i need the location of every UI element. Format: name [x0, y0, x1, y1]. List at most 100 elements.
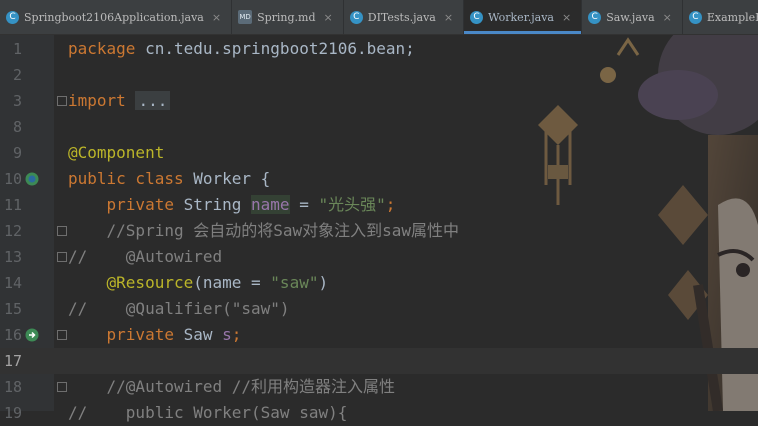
line-number: 15 [3, 300, 22, 318]
java-class-icon: C [6, 10, 19, 24]
annotation: @Component [68, 143, 165, 162]
tab-label: Worker.java [488, 10, 554, 24]
code-text: //Spring 会自动的将Saw对象注入到saw属性中 [68, 218, 460, 244]
field-name: name [251, 195, 290, 214]
code-line[interactable]: 14 @Resource(name = "saw") [0, 270, 758, 296]
line-number: 8 [12, 118, 22, 136]
code-token: String [173, 195, 252, 214]
fold-toggle-icon[interactable] [57, 96, 67, 106]
code-line[interactable]: 15 // @Qualifier("saw") [0, 296, 758, 322]
tab-label: Springboot2106Application.java [24, 10, 204, 24]
line-number: 19 [3, 404, 22, 422]
line-number: 18 [3, 378, 22, 396]
fold-toggle-icon[interactable] [57, 226, 67, 236]
tab-spring-md[interactable]: MD Spring.md × [232, 0, 344, 34]
tab-label: DITests.java [367, 10, 436, 24]
code-line[interactable]: 12 //Spring 会自动的将Saw对象注入到saw属性中 [0, 218, 758, 244]
close-icon[interactable]: × [562, 11, 571, 24]
code-text: // @Autowired [68, 244, 222, 270]
code-token: (name = [193, 273, 271, 292]
semicolon: ; [231, 325, 242, 344]
spring-bean-icon[interactable] [25, 172, 39, 186]
line-number: 16 [3, 326, 22, 344]
line-number: 1 [12, 40, 22, 58]
code-text: @Component [68, 140, 164, 166]
code-line[interactable]: 2 [0, 62, 758, 88]
comment: //@Autowired //利用构造器注入属性 [106, 377, 396, 396]
code-line[interactable]: 19 // public Worker(Saw saw){ [0, 400, 758, 426]
code-token: ) [318, 273, 329, 292]
tab-label: ExampleBean [706, 10, 758, 24]
code-token: cn.tedu.springboot2106.bean; [135, 39, 415, 58]
close-icon[interactable]: × [444, 11, 453, 24]
keyword: import [68, 91, 126, 110]
code-line[interactable]: 10 public class Worker { [0, 166, 758, 192]
code-text: package cn.tedu.springboot2106.bean; [68, 36, 415, 62]
java-class-icon: C [588, 10, 602, 24]
keyword: private [106, 195, 174, 214]
java-class-icon: C [349, 10, 363, 24]
autowired-injection-icon[interactable] [25, 328, 39, 342]
fold-toggle-icon[interactable] [57, 252, 67, 262]
code-line[interactable]: 18 //@Autowired //利用构造器注入属性 [0, 374, 758, 400]
line-number: 14 [3, 274, 22, 292]
code-line[interactable]: 11 private String name = "光头强"; [0, 192, 758, 218]
comment: // @Qualifier("saw") [68, 299, 290, 318]
code-text: import ... [68, 88, 171, 114]
keyword: private [106, 325, 174, 344]
code-text: //@Autowired //利用构造器注入属性 [68, 374, 396, 400]
line-number: 13 [3, 248, 22, 266]
annotation: @Resource [106, 273, 194, 292]
markdown-file-icon: MD [238, 10, 253, 24]
keyword: public class [68, 169, 184, 188]
line-number: 17 [3, 352, 22, 370]
fold-toggle-icon[interactable] [57, 382, 67, 392]
code-line[interactable]: 8 [0, 114, 758, 140]
java-class-icon: C [688, 10, 702, 24]
code-text: private String name = "光头强"; [68, 192, 395, 218]
tab-label: Saw.java [606, 10, 655, 24]
fold-toggle-icon[interactable] [57, 330, 67, 340]
code-text: // @Qualifier("saw") [68, 296, 290, 322]
line-number: 12 [3, 222, 22, 240]
keyword: package [68, 39, 136, 58]
code-line[interactable]: 1 package cn.tedu.springboot2106.bean; [0, 36, 758, 62]
line-number: 10 [3, 170, 22, 188]
comment: //Spring 会自动的将Saw对象注入到saw属性中 [106, 221, 460, 240]
folded-imports[interactable]: ... [135, 91, 171, 110]
code-line[interactable]: 16 private Saw s; [0, 322, 758, 348]
code-text: // public Worker(Saw saw){ [68, 400, 347, 426]
line-number: 11 [3, 196, 22, 214]
tab-label: Spring.md [257, 10, 316, 24]
tab-ditests[interactable]: C DITests.java × [344, 0, 465, 34]
semicolon: ; [385, 195, 396, 214]
comment: // public Worker(Saw saw){ [68, 403, 348, 422]
close-icon[interactable]: × [212, 11, 221, 24]
tab-saw[interactable]: C Saw.java × [582, 0, 683, 34]
close-icon[interactable]: × [324, 11, 333, 24]
line-number: 3 [12, 92, 22, 110]
line-number: 2 [12, 66, 22, 84]
comment: // @Autowired [68, 247, 223, 266]
line-number: 9 [12, 144, 22, 162]
code-editor[interactable]: 1 package cn.tedu.springboot2106.bean; 2… [0, 35, 758, 422]
code-token: Worker { [183, 169, 271, 188]
code-token: = [289, 195, 319, 214]
editor-tab-bar: C Springboot2106Application.java × MD Sp… [0, 0, 758, 35]
tab-examplebean[interactable]: C ExampleBean [683, 0, 758, 34]
current-code-line[interactable]: 17 [0, 348, 758, 374]
code-text: private Saw s; [68, 322, 242, 348]
tab-springboot2106application[interactable]: C Springboot2106Application.java × [0, 0, 233, 34]
tab-worker[interactable]: C Worker.java × [464, 0, 583, 34]
code-line[interactable]: 3 import ... [0, 88, 758, 114]
code-text: @Resource(name = "saw") [68, 270, 329, 296]
field-name: s [222, 325, 232, 344]
string-literal: "saw" [270, 273, 319, 292]
code-line[interactable]: 9 @Component [0, 140, 758, 166]
code-token: Saw [173, 325, 223, 344]
java-class-icon: C [470, 10, 484, 24]
code-line[interactable]: 13 // @Autowired [0, 244, 758, 270]
string-literal: "光头强" [318, 195, 386, 214]
close-icon[interactable]: × [663, 11, 672, 24]
code-text: public class Worker { [68, 166, 270, 192]
